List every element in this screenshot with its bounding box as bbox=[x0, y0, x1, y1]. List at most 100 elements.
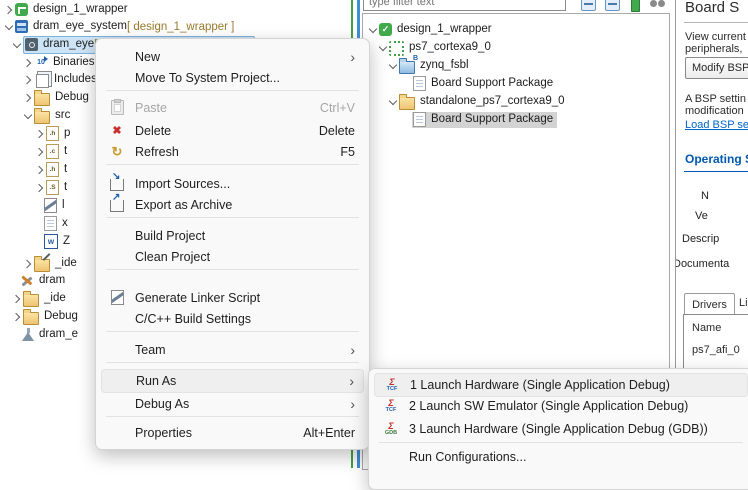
submenu-item-run-configurations[interactable]: Run Configurations... bbox=[374, 446, 748, 468]
submenu-arrow-icon: › bbox=[349, 374, 354, 388]
menu-item-label: Move To System Project... bbox=[135, 71, 280, 85]
menu-item-cpp-build-settings[interactable]: C/C++ Build Settings bbox=[101, 308, 364, 329]
tree-item-src-folder[interactable]: src bbox=[0, 107, 70, 124]
tab-drivers[interactable]: Drivers bbox=[684, 293, 735, 315]
submenu-item-launch-hardware-gdb[interactable]: Σ GDB 3 Launch Hardware (Single Applicat… bbox=[374, 418, 748, 440]
tab-libraries[interactable]: Li bbox=[739, 297, 748, 309]
ptree-standalone-ps7[interactable]: standalone_ps7_cortexa9_0 bbox=[363, 93, 565, 110]
tree-item-project-config[interactable]: dram bbox=[0, 272, 65, 289]
submenu-item-launch-hardware[interactable]: Σ TCF 1 Launch Hardware (Single Applicat… bbox=[374, 373, 748, 397]
tree-item-includes[interactable]: Includes bbox=[0, 71, 97, 88]
load-bsp-settings-link[interactable]: Load BSP se bbox=[685, 119, 748, 131]
expand-chevron-icon[interactable] bbox=[22, 54, 34, 71]
expand-chevron-icon[interactable] bbox=[22, 255, 34, 272]
menu-item-import-sources[interactable]: ↘ Import Sources... bbox=[101, 173, 364, 194]
menu-item-debug-as[interactable]: Debug As › bbox=[101, 393, 364, 414]
bsp-note-line1: A BSP settin bbox=[685, 93, 746, 105]
tcf-launch-icon: Σ TCF bbox=[382, 399, 400, 414]
tree-item-label: _ide bbox=[44, 290, 66, 307]
gdb-launch-icon: Σ GDB bbox=[382, 422, 400, 437]
tree-item-debug-folder[interactable]: Debug bbox=[0, 89, 89, 106]
menu-item-generate-linker-script[interactable]: Generate Linker Script bbox=[101, 287, 364, 308]
expand-chevron-icon[interactable] bbox=[22, 89, 34, 106]
menu-item-move-to-system-project[interactable]: Move To System Project... bbox=[101, 67, 364, 88]
menu-item-label: Delete bbox=[135, 124, 171, 138]
menu-item-refresh[interactable]: ↻ Refresh F5 bbox=[101, 141, 364, 162]
menu-item-new[interactable]: New › bbox=[101, 46, 364, 67]
menu-shortcut: Delete bbox=[319, 124, 355, 138]
context-menu: New › Move To System Project... Paste Ct… bbox=[95, 38, 370, 450]
ptree-board-support-package-selected[interactable]: Board Support Package bbox=[363, 111, 557, 128]
menu-item-run-as[interactable]: Run As › bbox=[101, 369, 364, 393]
menu-item-delete[interactable]: ✖ Delete Delete bbox=[101, 120, 364, 141]
collapse-chevron-icon[interactable] bbox=[3, 18, 15, 35]
includes-icon bbox=[36, 74, 49, 88]
expand-chevron-icon[interactable] bbox=[3, 1, 15, 18]
collapse-chevron-icon[interactable] bbox=[387, 93, 399, 110]
menu-item-clean-project[interactable]: Clean Project bbox=[101, 246, 364, 267]
table-row-ps7-afi-0[interactable]: ps7_afi_0 bbox=[692, 344, 740, 356]
menu-item-export-as-archive[interactable]: ↗ Export as Archive bbox=[101, 194, 364, 215]
tree-item-word-doc[interactable]: w Z bbox=[0, 233, 70, 250]
expand-chevron-icon[interactable] bbox=[34, 179, 46, 196]
c-file-icon: .c bbox=[46, 144, 59, 159]
collapse-chevron-icon[interactable] bbox=[367, 21, 379, 38]
description-field-label: Descrip bbox=[682, 233, 719, 245]
collapse-all-icon[interactable] bbox=[581, 0, 596, 11]
collapse-chevron-icon[interactable] bbox=[387, 57, 399, 74]
folder-icon bbox=[23, 312, 39, 325]
system-project-icon bbox=[15, 20, 28, 33]
ptree-design-1-wrapper[interactable]: ✓ design_1_wrapper bbox=[363, 21, 492, 38]
green-toolbar-icon[interactable] bbox=[631, 0, 640, 12]
expand-chevron-icon[interactable] bbox=[34, 143, 46, 160]
collapse-chevron-icon[interactable] bbox=[377, 39, 389, 56]
tree-item-document[interactable]: x bbox=[0, 215, 68, 232]
menu-shortcut: F5 bbox=[340, 145, 355, 159]
view-menu-icon[interactable] bbox=[650, 0, 666, 9]
menu-item-build-project[interactable]: Build Project bbox=[101, 225, 364, 246]
tree-item-flask-file[interactable]: dram_e bbox=[0, 326, 78, 343]
tree-item-decoration: [ design_1_wrapper ] bbox=[127, 21, 234, 33]
expand-chevron-icon[interactable] bbox=[34, 161, 46, 178]
tree-item-dram-eye-system[interactable]: dram_eye_system [ design_1_wrapper ] bbox=[0, 18, 234, 35]
tree-item-c-file[interactable]: .c t bbox=[0, 143, 67, 160]
modify-bsp-button[interactable]: Modify BSP bbox=[685, 57, 748, 79]
collapse-chevron-icon[interactable] bbox=[22, 107, 34, 124]
menu-item-properties[interactable]: Properties Alt+Enter bbox=[101, 422, 364, 443]
ptree-board-support-package[interactable]: Board Support Package bbox=[363, 75, 553, 92]
tree-item-label: design_1_wrapper bbox=[33, 1, 128, 18]
submenu-item-launch-sw-emulator[interactable]: Σ TCF 2 Launch SW Emulator (Single Appli… bbox=[374, 395, 748, 417]
ptree-zynq-fsbl[interactable]: zynq_fsbl bbox=[363, 57, 469, 74]
ptree-label: design_1_wrapper bbox=[397, 21, 492, 38]
tree-item-design-1-wrapper[interactable]: design_1_wrapper bbox=[0, 1, 128, 18]
h-file-icon: .h bbox=[46, 162, 59, 177]
submenu-item-label: 1 Launch Hardware (Single Application De… bbox=[410, 378, 670, 392]
tree-item-asm-file[interactable]: .S t bbox=[0, 179, 67, 196]
bsp-document-icon bbox=[413, 76, 426, 91]
filter-input[interactable] bbox=[363, 0, 566, 11]
expand-chevron-icon[interactable] bbox=[11, 308, 23, 325]
tree-item-header-file[interactable]: .h p bbox=[0, 125, 70, 142]
menu-item-team[interactable]: Team › bbox=[101, 339, 364, 360]
title-divider bbox=[684, 22, 748, 23]
link-editor-icon[interactable] bbox=[605, 0, 620, 11]
tree-item-label: dram bbox=[39, 272, 65, 289]
flask-icon bbox=[22, 328, 34, 341]
word-document-icon: w bbox=[44, 234, 58, 249]
ptree-ps7-cortexa9-0[interactable]: ps7_cortexa9_0 bbox=[363, 39, 491, 56]
collapse-chevron-icon[interactable] bbox=[11, 36, 23, 53]
modified-folder-icon bbox=[34, 259, 50, 272]
run-as-submenu: Σ TCF 1 Launch Hardware (Single Applicat… bbox=[368, 368, 748, 490]
expand-chevron-icon[interactable] bbox=[34, 125, 46, 142]
tree-item-debug-folder2[interactable]: Debug bbox=[0, 308, 78, 325]
tree-item-ide-folder[interactable]: _ide bbox=[0, 255, 77, 272]
menu-item-paste[interactable]: Paste Ctrl+V bbox=[101, 97, 364, 118]
expand-chevron-icon[interactable] bbox=[11, 290, 23, 307]
tree-item-ide-folder2[interactable]: _ide bbox=[0, 290, 66, 307]
expand-chevron-icon[interactable] bbox=[22, 71, 34, 88]
import-icon: ↘ bbox=[107, 176, 127, 191]
tree-item-header-file[interactable]: .h t bbox=[0, 161, 67, 178]
ptree-label: Board Support Package bbox=[431, 111, 553, 128]
tree-item-binaries[interactable]: 10 Binaries bbox=[0, 54, 95, 71]
tree-item-linker-script[interactable]: l bbox=[0, 197, 65, 214]
